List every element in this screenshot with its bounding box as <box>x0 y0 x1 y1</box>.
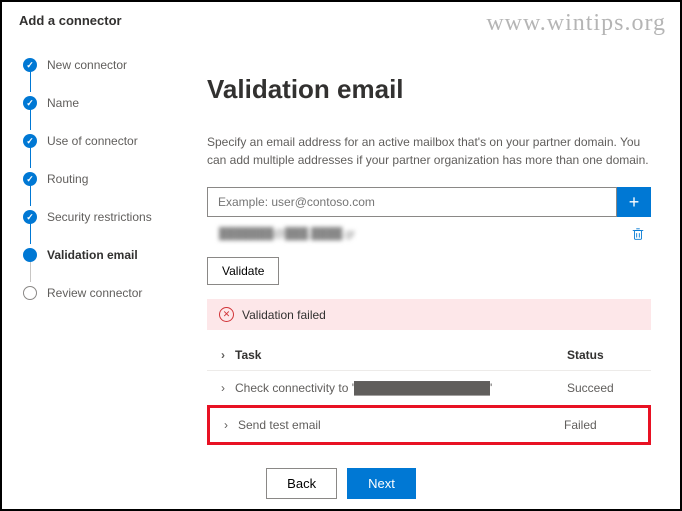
step-review-connector: Review connector <box>23 286 183 300</box>
added-email-text: ███████@███.████.gr <box>219 228 355 240</box>
wizard-stepper: New connector Name Use of connector Rout… <box>3 38 183 463</box>
highlighted-failure-row: › Send test email Failed <box>207 405 651 445</box>
task-table-header: › Task Status <box>207 340 651 371</box>
task-label: Check connectivity to '████████████████' <box>235 381 567 395</box>
add-email-button[interactable]: + <box>617 187 651 217</box>
chevron-right-icon[interactable]: › <box>214 418 238 432</box>
validate-button[interactable]: Validate <box>207 257 279 285</box>
task-status: Succeed <box>567 381 647 395</box>
header-status: Status <box>567 348 647 362</box>
panel-header: Add a connector <box>3 3 679 38</box>
content-container: New connector Name Use of connector Rout… <box>3 38 679 463</box>
chevron-right-icon[interactable]: › <box>211 381 235 395</box>
validation-alert: ✕ Validation failed <box>207 299 651 330</box>
check-icon <box>23 210 37 224</box>
delete-icon[interactable] <box>631 227 645 241</box>
chevron-right-icon[interactable]: › <box>211 348 235 362</box>
check-icon <box>23 134 37 148</box>
step-use-of-connector[interactable]: Use of connector <box>23 134 183 148</box>
email-field[interactable] <box>207 187 617 217</box>
pending-step-icon <box>23 286 37 300</box>
wizard-footer: Back Next <box>2 468 680 499</box>
task-label: Send test email <box>238 418 564 432</box>
plus-icon: + <box>629 192 640 213</box>
header-task: Task <box>235 348 567 362</box>
page-title: Validation email <box>207 74 651 105</box>
step-new-connector[interactable]: New connector <box>23 58 183 72</box>
next-button[interactable]: Next <box>347 468 416 499</box>
check-icon <box>23 96 37 110</box>
email-input-row: + <box>207 187 651 217</box>
step-validation-email[interactable]: Validation email <box>23 248 183 262</box>
wizard-panel: www.wintips.org Add a connector New conn… <box>0 0 682 511</box>
page-description: Specify an email address for an active m… <box>207 133 651 169</box>
step-security-restrictions[interactable]: Security restrictions <box>23 210 183 224</box>
task-row-connectivity[interactable]: › Check connectivity to '███████████████… <box>207 371 651 406</box>
active-step-icon <box>23 248 37 262</box>
task-status: Failed <box>564 418 644 432</box>
check-icon <box>23 58 37 72</box>
back-button[interactable]: Back <box>266 468 337 499</box>
added-email-row: ███████@███.████.gr <box>207 223 651 245</box>
main-content: Validation email Specify an email addres… <box>183 38 679 463</box>
step-name[interactable]: Name <box>23 96 183 110</box>
check-icon <box>23 172 37 186</box>
task-row-send-email[interactable]: › Send test email Failed <box>210 408 648 442</box>
error-icon: ✕ <box>219 307 234 322</box>
alert-text: Validation failed <box>242 308 326 322</box>
step-routing[interactable]: Routing <box>23 172 183 186</box>
